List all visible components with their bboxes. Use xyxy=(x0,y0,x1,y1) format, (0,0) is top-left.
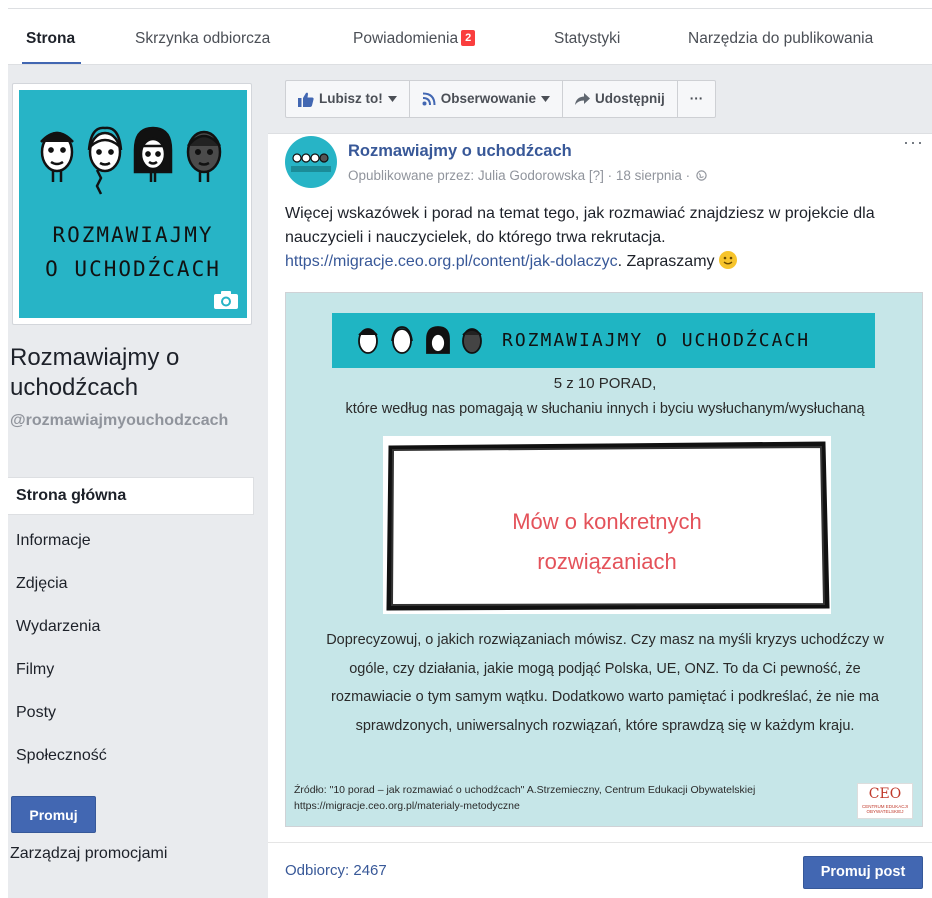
cover-title-line2: O UCHODŹCACH xyxy=(45,257,221,281)
manage-promotions-link[interactable]: Zarządzaj promocjami xyxy=(10,845,167,863)
cover-title: ROZMAWIAJMY O UCHODŹCACH xyxy=(19,218,247,286)
tab-inbox[interactable]: Skrzynka odbiorcza xyxy=(135,9,270,65)
post-text-tail: . Zapraszamy xyxy=(617,253,715,270)
smiley-icon xyxy=(718,251,737,269)
ceo-logo-subtext: CENTRUM EDUKACJI OBYWATELSKIEJ xyxy=(861,804,908,814)
post-text: Więcej wskazówek i porad na temat tego, … xyxy=(285,202,925,274)
page-actions-bar: Lubisz to! Obserwowanie Udostępnij ··· xyxy=(285,80,717,118)
like-label: Lubisz to! xyxy=(319,91,383,106)
tab-insights[interactable]: Statystyki xyxy=(554,9,620,65)
page-tabs: Strona Skrzynka odbiorcza Powiadomienia 2… xyxy=(8,9,932,65)
post-link[interactable]: https://migracje.ceo.org.pl/content/jak-… xyxy=(285,253,618,270)
tip-card-line1: Mów o konkretnych xyxy=(512,509,702,534)
tip-card: Mów o konkretnych rozwiązaniach xyxy=(383,436,831,614)
follow-button[interactable]: Obserwowanie xyxy=(410,81,564,117)
left-sidebar: ROZMAWIAJMY O UCHODŹCACH Rozmawiajmy o u… xyxy=(8,65,268,898)
globe-icon[interactable] xyxy=(696,170,707,181)
post-card: Rozmawiajmy o uchodźcach Opublikowane pr… xyxy=(268,132,932,898)
sidebar-item-videos[interactable]: Filmy xyxy=(8,648,254,691)
tab-notifications-label: Powiadomienia xyxy=(353,30,459,47)
post-author[interactable]: Rozmawiajmy o uchodźcach xyxy=(348,142,572,161)
ceo-logo: CEO CENTRUM EDUKACJI OBYWATELSKIEJ xyxy=(857,783,913,819)
tip-description: Doprecyzowuj, o jakich rozwiązaniach mów… xyxy=(326,632,884,734)
sidebar-item-posts[interactable]: Posty xyxy=(8,691,254,734)
image-source-line2: https://migracje.ceo.org.pl/materialy-me… xyxy=(294,800,520,812)
follow-label: Obserwowanie xyxy=(440,91,537,106)
tip-card-text: Mów o konkretnych rozwiązaniach xyxy=(383,502,831,582)
sidebar-item-about[interactable]: Informacje xyxy=(8,519,254,562)
avatar-faces-icon xyxy=(291,153,331,172)
tab-notifications[interactable]: Powiadomienia 2 xyxy=(353,9,476,65)
post-meta: Opublikowane przez: Julia Godorowska [?]… xyxy=(348,168,707,183)
share-label: Udostępnij xyxy=(595,91,665,106)
chevron-down-icon xyxy=(387,96,397,102)
main-column: Lubisz to! Obserwowanie Udostępnij ··· R… xyxy=(268,65,932,898)
tip-subtitle: które według nas pomagają w słuchaniu in… xyxy=(345,401,865,417)
chevron-down-icon xyxy=(541,96,551,102)
sidebar-item-events[interactable]: Wydarzenia xyxy=(8,605,254,648)
tip-card-line2: rozwiązaniach xyxy=(537,549,677,574)
more-actions-button[interactable]: ··· xyxy=(678,81,716,117)
page-handle[interactable]: @rozmawiajmyouchodzcach xyxy=(10,411,260,431)
image-banner: ROZMAWIAJMY O UCHODŹCACH xyxy=(332,313,875,368)
thumbs-up-icon xyxy=(298,92,314,107)
tip-number: 5 z 10 PORAD, xyxy=(553,375,657,392)
sidebar-item-community[interactable]: Społeczność xyxy=(8,734,254,777)
page-name[interactable]: Rozmawiajmy o uchodźcach xyxy=(10,343,260,403)
camera-icon[interactable] xyxy=(213,290,239,310)
rss-icon xyxy=(422,92,436,106)
post-author-avatar[interactable] xyxy=(285,136,337,188)
post-meta-text: Opublikowane przez: Julia Godorowska [?]… xyxy=(348,168,691,183)
faces-illustration xyxy=(40,126,222,195)
sidebar-item-photos[interactable]: Zdjęcia xyxy=(8,562,254,605)
post-text-body: Więcej wskazówek i porad na temat tego, … xyxy=(285,205,875,246)
like-button[interactable]: Lubisz to! xyxy=(286,81,410,117)
tab-page[interactable]: Strona xyxy=(21,9,82,65)
banner-title: ROZMAWIAJMY O UCHODŹCACH xyxy=(502,330,811,351)
ceo-logo-text: CEO xyxy=(868,786,902,802)
profile-picture: ROZMAWIAJMY O UCHODŹCACH xyxy=(19,90,247,318)
post-reach[interactable]: Odbiorcy: 2467 xyxy=(285,862,387,879)
share-arrow-icon xyxy=(575,93,591,105)
share-button[interactable]: Udostępnij xyxy=(563,81,678,117)
image-source-line1: Źródło: "10 porad – jak rozmawiać o ucho… xyxy=(294,784,756,796)
sidebar-item-home[interactable]: Strona główna xyxy=(8,477,254,515)
sidebar-nav: Strona główna Informacje Zdjęcia Wydarze… xyxy=(8,477,254,777)
promote-button[interactable]: Promuj xyxy=(11,796,96,833)
banner-faces-illustration xyxy=(358,326,482,354)
image-source: Źródło: "10 porad – jak rozmawiać o ucho… xyxy=(294,782,854,814)
post-options-button[interactable]: ··· xyxy=(903,132,924,153)
post-image[interactable]: ROZMAWIAJMY O UCHODŹCACH 5 z 10 PORAD, k… xyxy=(285,292,923,827)
cover-title-line1: ROZMAWIAJMY xyxy=(52,223,214,247)
tab-publishing-tools[interactable]: Narzędzia do publikowania xyxy=(688,9,873,65)
post-footer-divider xyxy=(268,842,932,843)
profile-picture-frame[interactable]: ROZMAWIAJMY O UCHODŹCACH xyxy=(12,83,252,325)
promote-post-button[interactable]: Promuj post xyxy=(803,856,923,889)
notifications-badge: 2 xyxy=(461,30,476,46)
